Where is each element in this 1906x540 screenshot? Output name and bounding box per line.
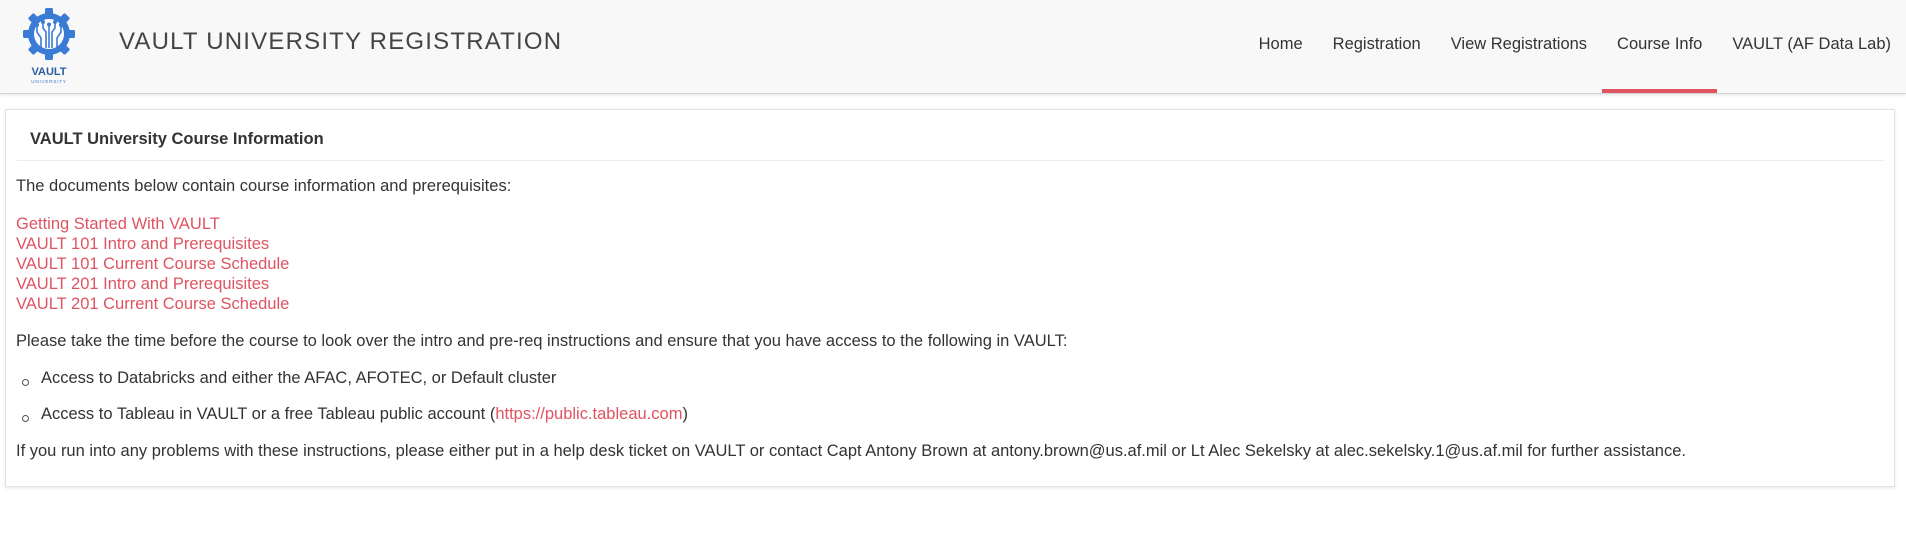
logo-subtext: UNIVERSITY <box>31 79 67 84</box>
panel-title: VAULT University Course Information <box>30 130 324 148</box>
vault-logo-icon[interactable]: VAULT UNIVERSITY <box>18 4 80 86</box>
doc-link-vault-101-schedule[interactable]: VAULT 101 Current Course Schedule <box>16 255 289 273</box>
main-nav: Home Registration View Registrations Cou… <box>1244 0 1906 93</box>
list-bullet <box>22 379 29 386</box>
doc-link-getting-started[interactable]: Getting Started With VAULT <box>16 215 220 233</box>
requirement-databricks: Access to Databricks and either the AFAC… <box>41 369 557 387</box>
instructions-text: Please take the time before the course t… <box>16 332 1068 350</box>
top-navbar: VAULT UNIVERSITY VAULT UNIVERSITY REGIST… <box>0 0 1906 94</box>
tableau-public-link[interactable]: https://public.tableau.com <box>495 405 682 423</box>
logo-text: VAULT <box>31 66 66 78</box>
requirement-tableau-text: Access to Tableau in VAULT or a free Tab… <box>41 405 496 423</box>
nav-course-info[interactable]: Course Info <box>1602 0 1718 93</box>
document-links: Getting Started With VAULT VAULT 101 Int… <box>16 214 289 314</box>
intro-text: The documents below contain course infor… <box>16 177 512 195</box>
panel-header: VAULT University Course Information <box>17 110 1884 161</box>
requirement-tableau-suffix: ) <box>682 405 688 423</box>
nav-home[interactable]: Home <box>1244 0 1318 93</box>
doc-link-vault-201-schedule[interactable]: VAULT 201 Current Course Schedule <box>16 295 289 313</box>
doc-link-vault-101-intro[interactable]: VAULT 101 Intro and Prerequisites <box>16 235 269 253</box>
site-title[interactable]: VAULT UNIVERSITY REGISTRATION <box>119 28 562 56</box>
help-text: If you run into any problems with these … <box>16 442 1686 460</box>
nav-view-registrations[interactable]: View Registrations <box>1436 0 1602 93</box>
nav-vault-af-data-lab[interactable]: VAULT (AF Data Lab) <box>1717 0 1906 93</box>
list-bullet <box>22 415 29 422</box>
nav-registration[interactable]: Registration <box>1318 0 1436 93</box>
doc-link-vault-201-intro[interactable]: VAULT 201 Intro and Prerequisites <box>16 275 269 293</box>
requirement-tableau: Access to Tableau in VAULT or a free Tab… <box>41 405 688 424</box>
course-info-panel: VAULT University Course Information The … <box>5 109 1895 487</box>
